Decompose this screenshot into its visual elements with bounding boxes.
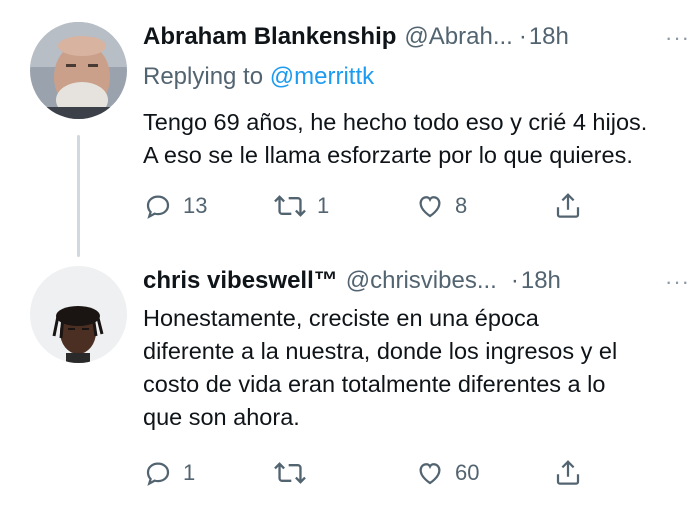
tweet-text-line: Honestamente, creciste en una época (143, 305, 539, 331)
like-count: 60 (455, 460, 480, 485)
reply-count: 1 (183, 460, 196, 485)
separator-dot: · (510, 267, 519, 294)
tweet-1[interactable]: Abraham Blankenship @Abrah... · 18h ··· … (0, 22, 700, 252)
heart-icon (419, 196, 441, 218)
mention-link[interactable]: @merrittk (270, 63, 374, 90)
tweet-actions: 1 60 (143, 453, 593, 493)
tweet-text: Honestamente, creciste en una época dife… (143, 302, 688, 434)
reply-button[interactable]: 13 (143, 186, 207, 226)
tweet-text-line: diferente a la nuestra, donde los ingres… (143, 338, 618, 364)
author-name[interactable]: Abraham Blankenship (143, 22, 396, 52)
retweet-button[interactable]: 1 (273, 186, 329, 226)
tweet-text-line: Tengo 69 años, he hecho todo eso y crié … (143, 109, 648, 135)
replying-to-label: Replying to (143, 63, 264, 90)
like-count: 8 (455, 193, 468, 218)
more-options-icon[interactable]: ··· (665, 271, 690, 293)
tweet-2[interactable]: chris vibeswell™ @chrisvibes... · 18h ··… (0, 266, 700, 506)
tweet-text-line: que son ahora. (143, 404, 300, 430)
retweet-button[interactable] (273, 453, 317, 493)
author-name[interactable]: chris vibeswell™ (143, 266, 338, 296)
reply-count: 13 (183, 193, 208, 218)
reply-button[interactable]: 1 (143, 453, 195, 493)
reply-icon (146, 462, 170, 486)
avatar[interactable] (30, 266, 127, 363)
tweet-header: Abraham Blankenship @Abrah... · 18h (143, 22, 688, 52)
timestamp[interactable]: 18h (521, 266, 561, 296)
tweet-header: chris vibeswell™ @chrisvibes... · 18h (143, 266, 688, 296)
more-options-icon[interactable]: ··· (665, 27, 690, 49)
timestamp[interactable]: 18h (529, 22, 569, 52)
share-button[interactable] (553, 453, 583, 493)
share-icon (556, 193, 580, 218)
tweet-text-line: costo de vida eran totalmente diferentes… (143, 371, 606, 397)
like-button[interactable]: 60 (415, 453, 479, 493)
tweet-text-line: A eso se le llama esforzarte por lo que … (143, 142, 633, 168)
tweet-text: Tengo 69 años, he hecho todo eso y crié … (143, 106, 688, 172)
retweet-icon (274, 462, 306, 484)
reply-icon (146, 195, 170, 219)
retweet-icon (274, 195, 306, 217)
avatar[interactable] (30, 22, 127, 119)
share-icon (556, 460, 580, 485)
like-button[interactable]: 8 (415, 186, 467, 226)
heart-icon (419, 463, 441, 485)
replying-to: Replying to @merrittk (143, 62, 374, 92)
retweet-count: 1 (317, 193, 330, 218)
author-handle[interactable]: @chrisvibes... (346, 266, 497, 296)
author-handle[interactable]: @Abrah... (404, 22, 512, 52)
separator-dot: · (518, 23, 527, 50)
tweet-actions: 13 1 8 (143, 186, 593, 226)
share-button[interactable] (553, 186, 583, 226)
